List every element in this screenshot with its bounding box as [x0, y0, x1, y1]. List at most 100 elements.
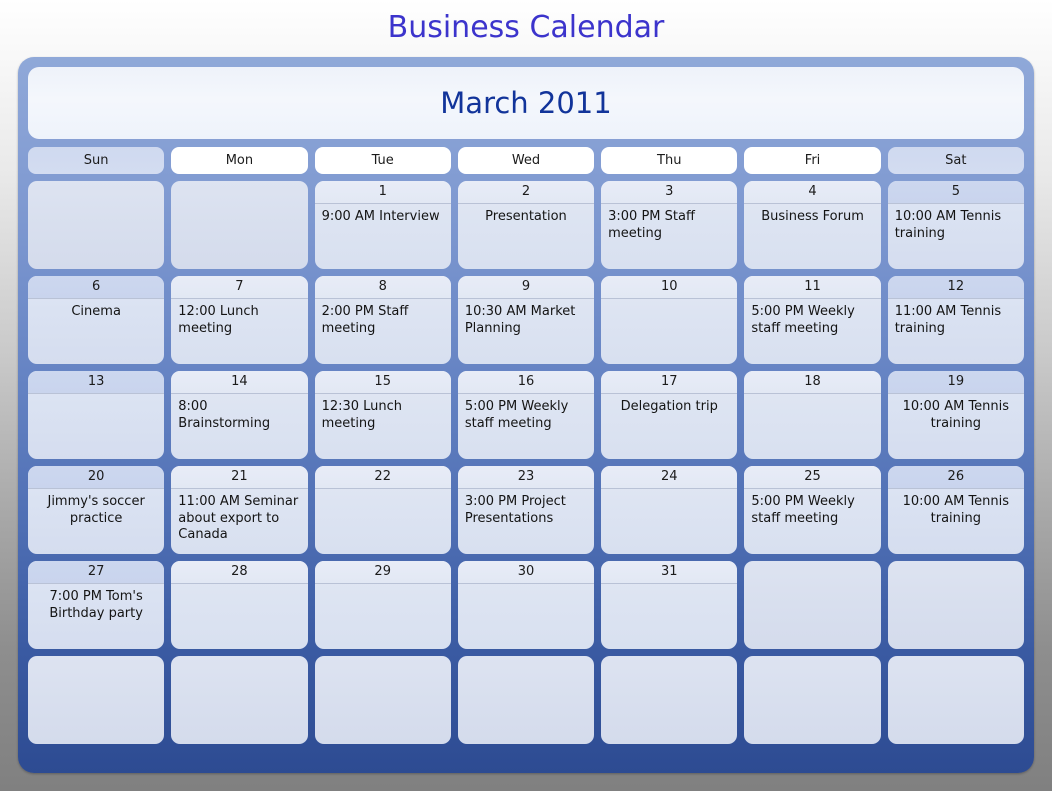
day-cell[interactable]: 23 3:00 PM Project Presentations — [457, 466, 595, 554]
day-cell[interactable]: 10 — [601, 276, 738, 364]
day-number: 22 — [314, 466, 451, 489]
day-cell[interactable]: 24 — [601, 466, 738, 554]
calendar-week-row: 20 Jimmy's soccer practice 21 11:00 AM Semi… — [28, 466, 1024, 554]
day-number: 16 — [457, 371, 595, 394]
day-cell[interactable]: 17 Delegation trip — [601, 371, 738, 459]
day-cell[interactable]: 15 12:30 Lunch meeting — [314, 371, 451, 459]
day-cell-empty[interactable] — [457, 656, 595, 744]
day-event-text[interactable]: 5:00 PM Weekly staff meeting — [744, 489, 880, 554]
day-cell-empty[interactable] — [601, 656, 738, 744]
day-cell[interactable]: 22 — [314, 466, 451, 554]
day-event-text[interactable]: Jimmy's soccer practice — [28, 489, 164, 554]
day-number: 7 — [171, 276, 308, 299]
day-cell[interactable]: 21 11:00 AM Seminar about export to Canad… — [171, 466, 308, 554]
day-number: 19 — [887, 371, 1024, 394]
calendar-week-row: 27 7:00 PM Tom's Birthday party 28 29 30 31 — [28, 561, 1024, 649]
day-event-text[interactable]: 11:00 AM Tennis training — [888, 299, 1024, 364]
calendar-week-row: 6 Cinema 7 12:00 Lunch meeting 8 2:00 PM Staf… — [28, 276, 1024, 364]
day-cell[interactable]: 8 2:00 PM Staff meeting — [314, 276, 451, 364]
day-number: 30 — [457, 561, 595, 584]
day-event-text[interactable]: 5:00 PM Weekly staff meeting — [458, 394, 594, 459]
calendar-frame: March 2011 Sun Mon Tue Wed Thu Fri Sat 1 9:00 A… — [18, 57, 1034, 773]
day-cell[interactable]: 6 Cinema — [28, 276, 165, 364]
day-event-text[interactable]: Business Forum — [744, 204, 880, 269]
day-cell[interactable]: 14 8:00 Brainstorming — [171, 371, 308, 459]
day-cell[interactable]: 26 10:00 AM Tennis training — [887, 466, 1024, 554]
day-event-text[interactable]: Delegation trip — [601, 394, 737, 459]
day-cell-empty[interactable] — [28, 656, 165, 744]
day-cell[interactable]: 2 Presentation — [457, 181, 595, 269]
day-cell[interactable]: 20 Jimmy's soccer practice — [28, 466, 165, 554]
day-number: 15 — [314, 371, 451, 394]
day-number: 11 — [744, 276, 881, 299]
weekday-header-sat: Sat — [887, 147, 1024, 174]
day-cell[interactable]: 16 5:00 PM Weekly staff meeting — [457, 371, 595, 459]
day-cell-empty[interactable] — [171, 181, 308, 269]
day-cell-empty[interactable] — [314, 656, 451, 744]
day-cell[interactable]: 29 — [314, 561, 451, 649]
day-cell[interactable]: 4 Business Forum — [744, 181, 881, 269]
day-event-text[interactable]: 8:00 Brainstorming — [171, 394, 307, 459]
day-event-text[interactable]: 3:00 PM Project Presentations — [458, 489, 594, 554]
day-event-text[interactable] — [601, 299, 737, 364]
day-cell-empty[interactable] — [887, 561, 1024, 649]
weekday-header-sun: Sun — [28, 147, 165, 174]
day-event-text[interactable]: 10:00 AM Tennis training — [888, 204, 1024, 269]
day-event-text[interactable]: 2:00 PM Staff meeting — [315, 299, 451, 364]
day-event-text[interactable]: 5:00 PM Weekly staff meeting — [744, 299, 880, 364]
day-number: 20 — [28, 466, 165, 489]
day-number: 1 — [314, 181, 451, 204]
day-cell[interactable]: 7 12:00 Lunch meeting — [171, 276, 308, 364]
day-cell[interactable]: 19 10:00 AM Tennis training — [887, 371, 1024, 459]
day-event-text[interactable] — [171, 584, 307, 649]
day-cell[interactable]: 25 5:00 PM Weekly staff meeting — [744, 466, 881, 554]
day-event-text[interactable]: 7:00 PM Tom's Birthday party — [28, 584, 164, 649]
day-event-text[interactable] — [601, 584, 737, 649]
calendar-week-row — [28, 656, 1024, 744]
day-number: 25 — [744, 466, 881, 489]
day-event-text[interactable]: 3:00 PM Staff meeting — [601, 204, 737, 269]
day-number: 8 — [314, 276, 451, 299]
day-event-text[interactable] — [458, 584, 594, 649]
day-cell-empty[interactable] — [171, 656, 308, 744]
day-number: 23 — [457, 466, 595, 489]
day-cell-empty[interactable] — [744, 656, 881, 744]
day-event-text[interactable]: 10:00 AM Tennis training — [888, 394, 1024, 459]
day-cell-empty[interactable] — [744, 561, 881, 649]
day-event-text[interactable] — [744, 394, 880, 459]
day-event-text[interactable]: 12:30 Lunch meeting — [315, 394, 451, 459]
day-event-text[interactable]: Presentation — [458, 204, 594, 269]
day-cell[interactable]: 27 7:00 PM Tom's Birthday party — [28, 561, 165, 649]
day-number: 2 — [457, 181, 595, 204]
day-number: 26 — [887, 466, 1024, 489]
day-event-text[interactable] — [601, 489, 737, 554]
day-cell-empty[interactable] — [887, 656, 1024, 744]
day-number: 29 — [314, 561, 451, 584]
day-event-text[interactable]: 9:00 AM Interview — [315, 204, 451, 269]
day-event-text[interactable]: 12:00 Lunch meeting — [171, 299, 307, 364]
day-cell[interactable]: 3 3:00 PM Staff meeting — [601, 181, 738, 269]
day-number: 21 — [171, 466, 308, 489]
day-cell[interactable]: 9 10:30 AM Market Planning — [457, 276, 595, 364]
day-number: 13 — [28, 371, 165, 394]
day-cell[interactable]: 28 — [171, 561, 308, 649]
day-event-text[interactable]: 11:00 AM Seminar about export to Canada — [171, 489, 307, 554]
day-cell[interactable]: 1 9:00 AM Interview — [314, 181, 451, 269]
day-cell[interactable]: 5 10:00 AM Tennis training — [887, 181, 1024, 269]
day-event-text[interactable] — [315, 489, 451, 554]
day-cell[interactable]: 30 — [457, 561, 595, 649]
day-cell-empty[interactable] — [28, 181, 165, 269]
weekday-header-row: Sun Mon Tue Wed Thu Fri Sat — [28, 147, 1024, 174]
day-cell[interactable]: 31 — [601, 561, 738, 649]
day-cell[interactable]: 12 11:00 AM Tennis training — [887, 276, 1024, 364]
page-title: Business Calendar — [387, 10, 665, 45]
day-event-text[interactable] — [315, 584, 451, 649]
day-cell[interactable]: 11 5:00 PM Weekly staff meeting — [744, 276, 881, 364]
day-number: 18 — [744, 371, 881, 394]
day-event-text[interactable]: Cinema — [28, 299, 164, 364]
day-event-text[interactable]: 10:00 AM Tennis training — [888, 489, 1024, 554]
day-event-text[interactable] — [28, 394, 164, 459]
day-cell[interactable]: 18 — [744, 371, 881, 459]
day-event-text[interactable]: 10:30 AM Market Planning — [458, 299, 594, 364]
day-cell[interactable]: 13 — [28, 371, 165, 459]
